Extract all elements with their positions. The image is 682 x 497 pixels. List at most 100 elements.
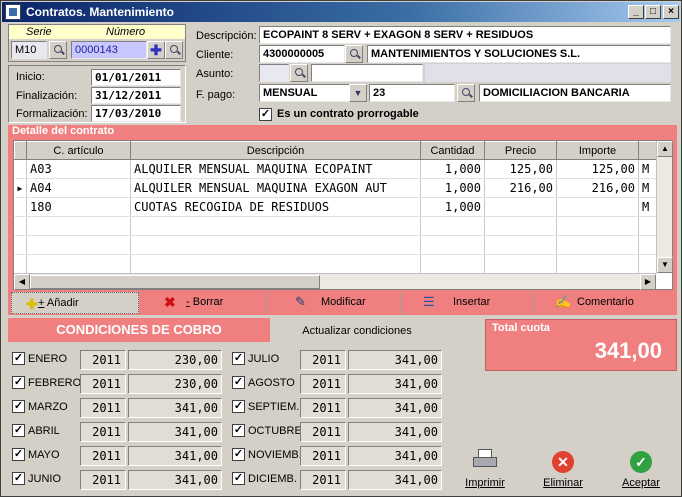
month-amount[interactable]: 230,00 [128, 374, 222, 394]
month-year[interactable]: 2011 [300, 398, 346, 418]
month-checkbox[interactable]: ✓ [232, 424, 245, 437]
month-year[interactable]: 2011 [300, 446, 346, 466]
grid-header-row: C. artículo Descripción Cantidad Precio … [14, 141, 657, 160]
asunto-code-field[interactable] [259, 64, 289, 82]
total-value: 341,00 [594, 338, 662, 363]
prorrogable-checkbox[interactable]: ✓ [259, 108, 272, 121]
month-checkbox[interactable]: ✓ [232, 400, 245, 413]
detalle-toolbar: ✚ + Añadir ✖ - Borrar ✎ Modificar ☰ Inse… [8, 291, 677, 315]
month-amount[interactable]: 341,00 [128, 422, 222, 442]
cliente-search-button[interactable] [345, 45, 363, 63]
delete-label: Eliminar [543, 477, 583, 489]
add-number-button[interactable]: ✚ [147, 41, 165, 59]
col-cantidad[interactable]: Cantidad [420, 141, 485, 160]
vertical-scrollbar[interactable]: ▲ ▼ [656, 141, 673, 273]
month-year[interactable]: 2011 [80, 374, 126, 394]
month-row: ✓ OCTUBRE 2011 341,00 [228, 421, 443, 443]
delete-contract-button[interactable]: ✕ Eliminar [535, 449, 591, 493]
month-row: ✓ DICIEMB. 2011 341,00 [228, 469, 443, 491]
fpago-search-button[interactable] [457, 84, 475, 102]
month-amount[interactable]: 341,00 [348, 422, 442, 442]
month-row: ✓ AGOSTO 2011 341,00 [228, 373, 443, 395]
table-row[interactable]: ▶ A04 ALQUILER MENSUAL MAQUINA EXAGON AUT 1… [14, 178, 657, 198]
month-amount[interactable]: 341,00 [348, 446, 442, 466]
col-precio[interactable]: Precio [484, 141, 557, 160]
month-amount[interactable]: 341,00 [128, 446, 222, 466]
col-descripcion[interactable]: Descripción [130, 141, 421, 160]
month-checkbox[interactable]: ✓ [12, 352, 25, 365]
fpago-code-field[interactable]: 23 [369, 84, 455, 102]
month-checkbox[interactable]: ✓ [12, 424, 25, 437]
numero-field[interactable]: 0000143 [71, 41, 147, 59]
cliente-code-field[interactable]: 4300000005 [259, 45, 345, 63]
serie-field[interactable]: M10 [11, 41, 47, 59]
table-row[interactable]: 180 CUOTAS RECOGIDA DE RESIDUOS 1,000 M [14, 197, 657, 217]
month-amount[interactable]: 341,00 [128, 398, 222, 418]
col-importe[interactable]: Importe [556, 141, 639, 160]
asunto-field[interactable] [311, 64, 423, 82]
fpago-name-field[interactable]: DOMICILIACION BANCARIA [479, 84, 671, 102]
comment-icon: ✍ [555, 294, 572, 309]
month-amount[interactable]: 341,00 [128, 470, 222, 490]
comment-line-button[interactable]: ✍ Comentario [535, 292, 663, 314]
prorrogable-label: Es un contrato prorrogable [277, 108, 419, 120]
month-year[interactable]: 2011 [80, 398, 126, 418]
month-amount[interactable]: 341,00 [348, 350, 442, 370]
window-title: Contratos. Mantenimiento [26, 5, 175, 19]
month-checkbox[interactable]: ✓ [12, 376, 25, 389]
close-button[interactable]: × [663, 5, 679, 19]
month-year[interactable]: 2011 [300, 422, 346, 442]
month-year[interactable]: 2011 [80, 350, 126, 370]
search-icon [295, 68, 303, 76]
month-checkbox[interactable]: ✓ [12, 400, 25, 413]
finalizacion-field[interactable]: 31/12/2011 [91, 87, 181, 104]
month-year[interactable]: 2011 [300, 374, 346, 394]
month-checkbox[interactable]: ✓ [232, 472, 245, 485]
month-amount[interactable]: 341,00 [348, 374, 442, 394]
x-icon: ✖ [164, 294, 176, 310]
col-articulo[interactable]: C. artículo [26, 141, 131, 160]
month-year[interactable]: 2011 [300, 350, 346, 370]
fpago-dropdown-button[interactable]: ▼ [349, 84, 367, 102]
title-bar: Contratos. Mantenimiento _ □ × [2, 2, 680, 22]
month-year[interactable]: 2011 [80, 422, 126, 442]
modify-line-button[interactable]: ✎ Modificar [271, 292, 401, 314]
month-amount[interactable]: 230,00 [128, 350, 222, 370]
actualizar-condiciones-button[interactable]: Actualizar condiciones [271, 320, 443, 342]
numero-search-button[interactable] [165, 41, 183, 59]
serie-search-button[interactable] [49, 41, 67, 59]
month-checkbox[interactable]: ✓ [232, 376, 245, 389]
list-icon: ☰ [423, 294, 435, 309]
month-label: ABRIL [28, 425, 60, 437]
month-year[interactable]: 2011 [80, 446, 126, 466]
descripcion-field[interactable]: ECOPAINT 8 SERV + EXAGON 8 SERV + RESIDU… [259, 26, 671, 44]
delete-line-button[interactable]: ✖ - Borrar [142, 292, 268, 314]
month-row: ✓ NOVIEMB. 2011 341,00 [228, 445, 443, 467]
month-row: ✓ ABRIL 2011 341,00 [8, 421, 223, 443]
month-checkbox[interactable]: ✓ [12, 448, 25, 461]
insert-line-button[interactable]: ☰ Insertar [403, 292, 533, 314]
accept-button[interactable]: ✓ Aceptar [613, 449, 669, 493]
inicio-field[interactable]: 01/01/2011 [91, 69, 181, 86]
cliente-name-field[interactable]: MANTENIMIENTOS Y SOLUCIONES S.L. [367, 45, 671, 63]
add-line-button[interactable]: ✚ + Añadir [11, 292, 139, 314]
detalle-grid[interactable]: C. artículo Descripción Cantidad Precio … [13, 140, 673, 290]
asunto-search-button[interactable] [290, 64, 308, 82]
serie-label: Serie [26, 26, 52, 38]
month-checkbox[interactable]: ✓ [232, 448, 245, 461]
month-row: ✓ JULIO 2011 341,00 [228, 349, 443, 371]
month-year[interactable]: 2011 [300, 470, 346, 490]
month-amount[interactable]: 341,00 [348, 398, 442, 418]
month-checkbox[interactable]: ✓ [232, 352, 245, 365]
month-label: OCTUBRE [248, 425, 302, 437]
maximize-button[interactable]: □ [645, 5, 661, 19]
month-year[interactable]: 2011 [80, 470, 126, 490]
month-amount[interactable]: 341,00 [348, 470, 442, 490]
month-checkbox[interactable]: ✓ [12, 472, 25, 485]
minimize-button[interactable]: _ [628, 5, 644, 19]
accept-label: Aceptar [622, 477, 660, 489]
table-row[interactable]: A03 ALQUILER MENSUAL MAQUINA ECOPAINT 1,00… [14, 159, 657, 179]
formalizacion-field[interactable]: 17/03/2010 [91, 105, 181, 122]
horizontal-scrollbar[interactable]: ◀ ▶ [14, 273, 656, 290]
print-button[interactable]: Imprimir [457, 449, 513, 493]
